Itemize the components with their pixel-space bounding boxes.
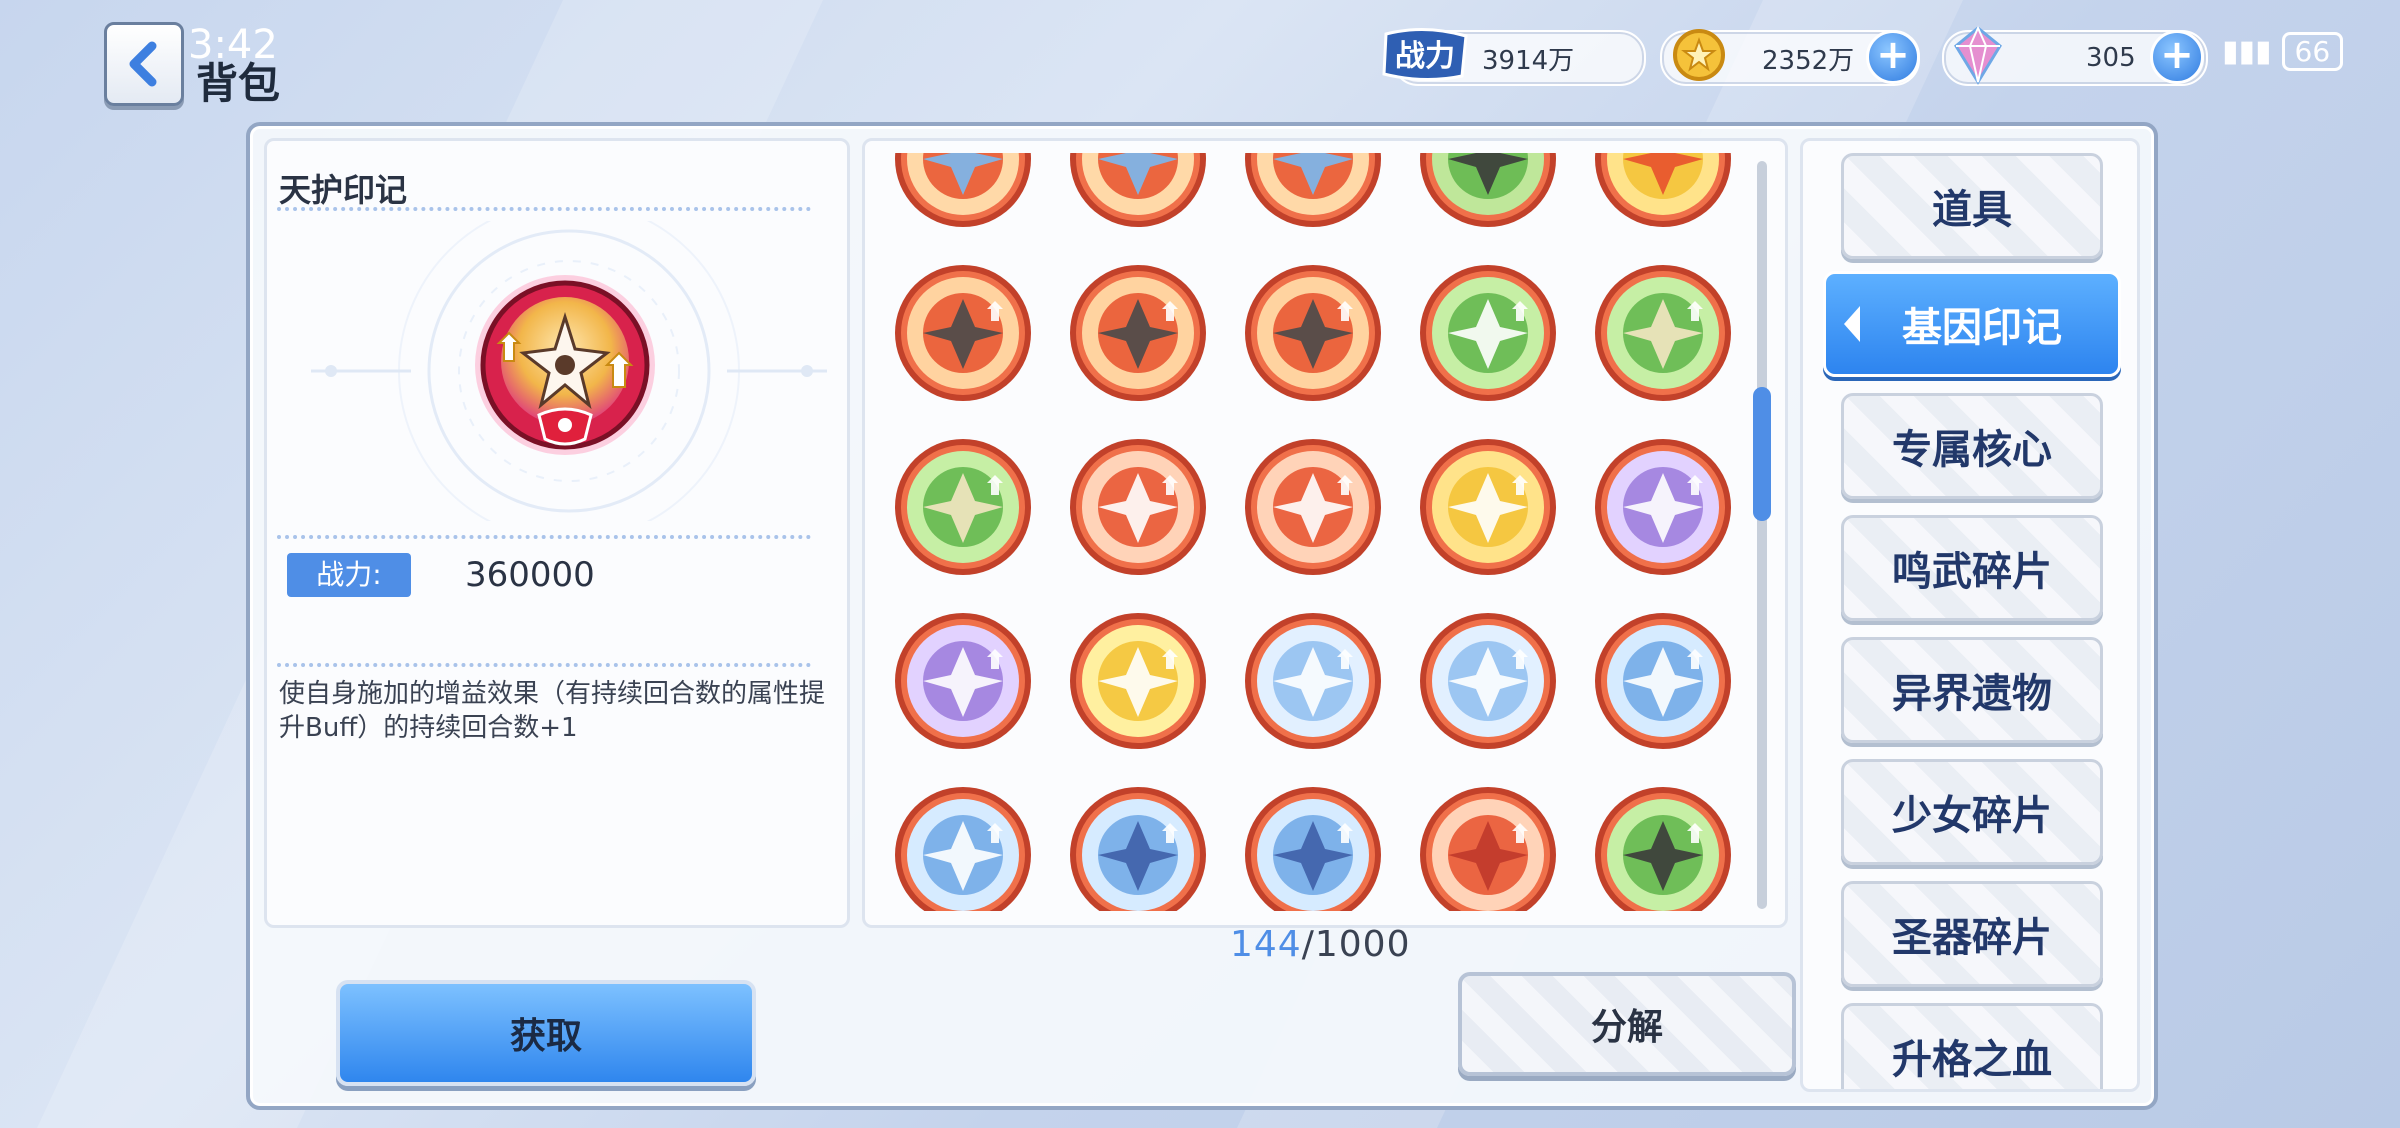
- back-button[interactable]: [104, 22, 184, 106]
- emblem-grid: [865, 153, 1745, 911]
- add-gems-button[interactable]: +: [2150, 30, 2204, 84]
- inventory-count-max: 1000: [1314, 924, 1411, 965]
- chat-bubble-emblem-icon[interactable]: [1241, 783, 1385, 911]
- chevron-left-icon: [1844, 306, 1860, 342]
- add-coins-button[interactable]: +: [1866, 30, 1920, 84]
- lightning-person-emblem-icon[interactable]: [1066, 609, 1210, 753]
- scrollbar-track[interactable]: [1757, 161, 1767, 909]
- page-title: 背包: [196, 59, 281, 108]
- inventory-count-separator: /: [1301, 924, 1315, 965]
- plant-cross-emblem-icon[interactable]: [1416, 261, 1560, 405]
- tab-label: 鸣武碎片: [1892, 549, 2052, 595]
- battery-indicator: 66: [2281, 31, 2344, 71]
- item-detail-panel: 天护印记 战力: 360000 使自身施加的增益效果（有持续回合数的属性提升Bu…: [264, 138, 850, 928]
- frost-figure-emblem-icon[interactable]: [1241, 609, 1385, 753]
- arrow-down-emblem-icon[interactable]: [1416, 435, 1560, 579]
- item-name: 天护印记: [279, 171, 408, 209]
- tab-1[interactable]: 基因印记: [1823, 271, 2121, 377]
- power-value: 3914万: [1482, 45, 1575, 76]
- tab-4[interactable]: 异界遗物: [1841, 637, 2103, 743]
- pistol-emblem-icon[interactable]: [891, 261, 1035, 405]
- tab-3[interactable]: 鸣武碎片: [1841, 515, 2103, 621]
- category-tabs: 道具基因印记专属核心鸣武碎片异界遗物少女碎片圣器碎片升格之血: [1800, 138, 2140, 1092]
- praying-hands-emblem-icon[interactable]: [1591, 261, 1735, 405]
- potion-emblem-icon[interactable]: [891, 609, 1035, 753]
- decompose-button[interactable]: 分解: [1458, 972, 1796, 1076]
- rifle-emblem-icon[interactable]: [1591, 783, 1735, 911]
- inventory-count: 144/1000: [1230, 924, 1410, 965]
- tab-0[interactable]: 道具: [1841, 153, 2103, 259]
- power-label: 战力:: [287, 553, 411, 597]
- item-description: 使自身施加的增益效果（有持续回合数的属性提升Buff）的持续回合数+1: [279, 679, 826, 743]
- power-tag-icon: 战力: [1380, 26, 1470, 84]
- chibi-eyepatch-emblem-icon[interactable]: [1241, 435, 1385, 579]
- selected-emblem-icon: [475, 275, 655, 455]
- divider: [277, 207, 811, 211]
- inventory-count-current: 144: [1230, 924, 1302, 965]
- gem-value: 305: [2086, 43, 2136, 73]
- scrollbar-thumb[interactable]: [1753, 387, 1771, 521]
- tab-7[interactable]: 升格之血: [1841, 1003, 2103, 1089]
- tab-label: 基因印记: [1902, 305, 2062, 351]
- sword-emblem-icon[interactable]: [891, 153, 1035, 231]
- tab-label: 少女碎片: [1892, 793, 2052, 839]
- angry-face-emblem-icon[interactable]: [1416, 783, 1560, 911]
- divider: [277, 535, 811, 539]
- svg-text:战力: 战力: [1395, 39, 1455, 74]
- tab-label: 异界遗物: [1892, 671, 2052, 717]
- storm-arrow-emblem-icon[interactable]: [1591, 609, 1735, 753]
- sword-emblem-icon[interactable]: [1241, 153, 1385, 231]
- tab-label: 专属核心: [1892, 427, 2052, 473]
- chibi-eyepatch-emblem-icon[interactable]: [1066, 435, 1210, 579]
- tab-label: 升格之血: [1892, 1037, 2052, 1083]
- gem-icon: [1954, 25, 2002, 85]
- sword-emblem-icon[interactable]: [1066, 153, 1210, 231]
- coin-icon: [1673, 29, 1725, 81]
- praying-hands-emblem-icon[interactable]: [891, 435, 1035, 579]
- gun-emblem-icon[interactable]: [1416, 153, 1560, 231]
- tab-5[interactable]: 少女碎片: [1841, 759, 2103, 865]
- get-button[interactable]: 获取: [336, 980, 756, 1086]
- chevron-left-icon: [129, 41, 157, 87]
- frost-figure-emblem-icon[interactable]: [1416, 609, 1560, 753]
- shield-cross-emblem-icon[interactable]: [1591, 153, 1735, 231]
- storm-arrow-emblem-icon[interactable]: [891, 783, 1035, 911]
- emblem-grid-panel[interactable]: [862, 138, 1788, 928]
- tab-2[interactable]: 专属核心: [1841, 393, 2103, 499]
- signal-icon: ▮▮▮: [2222, 33, 2272, 69]
- pistol-emblem-icon[interactable]: [1066, 261, 1210, 405]
- item-power-value: 360000: [465, 555, 595, 595]
- pistol-emblem-icon[interactable]: [1241, 261, 1385, 405]
- tab-label: 圣器碎片: [1892, 915, 2052, 961]
- divider: [277, 663, 811, 667]
- chat-bubble-emblem-icon[interactable]: [1066, 783, 1210, 911]
- tab-6[interactable]: 圣器碎片: [1841, 881, 2103, 987]
- coin-value: 2352万: [1762, 45, 1855, 76]
- system-status-icons: ▮▮▮ 66: [2222, 28, 2344, 74]
- potion-emblem-icon[interactable]: [1591, 435, 1735, 579]
- tab-label: 道具: [1932, 187, 2012, 233]
